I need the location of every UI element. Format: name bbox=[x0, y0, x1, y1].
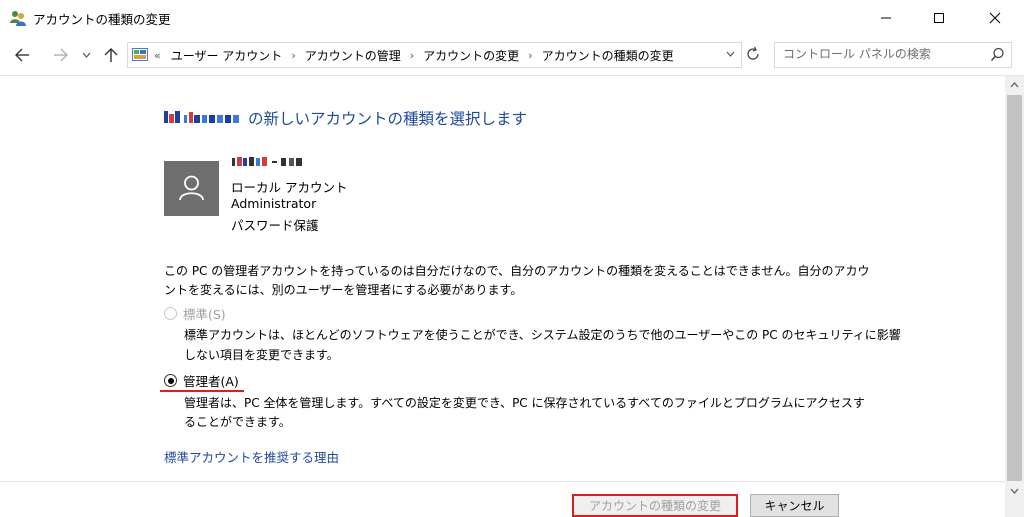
title-bar: アカウントの種類の変更 bbox=[0, 0, 1024, 36]
radio-selected-dot bbox=[167, 377, 174, 384]
back-button[interactable] bbox=[10, 44, 34, 66]
address-dropdown-button[interactable] bbox=[720, 42, 740, 66]
administrator-description-line1: 管理者は、PC 全体を管理します。すべての設定を変更でき、PC に保存されている… bbox=[184, 396, 865, 410]
close-button[interactable] bbox=[972, 0, 1018, 36]
administrator-radio[interactable] bbox=[164, 374, 177, 387]
cancel-button[interactable]: キャンセル bbox=[750, 494, 839, 517]
administrator-radio-label[interactable]: 管理者(A) bbox=[183, 371, 239, 390]
redacted-account-name bbox=[232, 157, 302, 166]
scroll-thumb[interactable] bbox=[1007, 95, 1022, 481]
close-icon bbox=[989, 12, 1001, 24]
breadcrumb-separator[interactable]: › bbox=[291, 49, 295, 62]
page-title: の新しいアカウントの種類を選択します bbox=[164, 106, 527, 129]
scroll-down-arrow-icon bbox=[1010, 488, 1019, 494]
breadcrumb-overflow[interactable]: « bbox=[154, 49, 161, 62]
breadcrumb-item[interactable]: アカウントの管理 bbox=[305, 47, 401, 64]
search-box[interactable] bbox=[774, 42, 1012, 68]
breadcrumb-item[interactable]: アカウントの変更 bbox=[423, 47, 519, 64]
standard-description-line1: 標準アカウントは、ほとんどのソフトウェアを使うことができ、システム設定のうちで他… bbox=[184, 328, 901, 342]
refresh-icon[interactable] bbox=[744, 45, 762, 63]
maximize-button[interactable] bbox=[916, 0, 962, 36]
scroll-up-arrow-icon bbox=[1010, 81, 1019, 87]
control-panel-icon bbox=[132, 48, 148, 61]
highlight-underline bbox=[160, 390, 244, 392]
warning-text-line2: ントを変えるには、別のユーザーを管理者にする必要があります。 bbox=[164, 283, 523, 297]
vertical-scrollbar[interactable] bbox=[1005, 76, 1024, 517]
breadcrumb-separator[interactable]: › bbox=[410, 49, 414, 62]
forward-arrow-icon bbox=[54, 48, 68, 62]
change-account-type-button[interactable]: アカウントの種類の変更 bbox=[572, 494, 738, 517]
warning-text-line1: この PC の管理者アカウントを持っているのは自分だけなので、自分のアカウントの… bbox=[164, 264, 870, 278]
up-button[interactable] bbox=[101, 44, 121, 66]
breadcrumb: « ユーザー アカウント › アカウントの管理 › アカウントの変更 › アカウ… bbox=[154, 43, 674, 67]
search-input[interactable] bbox=[775, 43, 983, 65]
account-password-status: パスワード保護 bbox=[231, 218, 319, 233]
standard-radio-label[interactable]: 標準(S) bbox=[183, 304, 226, 323]
navigation-bar: « ユーザー アカウント › アカウントの管理 › アカウントの変更 › アカウ… bbox=[0, 36, 1024, 76]
breadcrumb-separator[interactable]: › bbox=[528, 49, 532, 62]
back-arrow-icon bbox=[15, 48, 29, 62]
administrator-description-line2: ることができます。 bbox=[184, 415, 291, 429]
window-title: アカウントの種類の変更 bbox=[33, 12, 171, 27]
forward-button[interactable] bbox=[49, 44, 73, 66]
user-accounts-icon bbox=[10, 11, 26, 26]
up-arrow-icon bbox=[104, 48, 118, 62]
footer-divider bbox=[0, 481, 1005, 482]
breadcrumb-item[interactable]: アカウントの種類の変更 bbox=[542, 47, 674, 64]
redacted-user-name bbox=[164, 111, 239, 123]
account-type: ローカル アカウント bbox=[231, 180, 348, 195]
chevron-down-icon bbox=[82, 52, 90, 58]
scroll-up-button[interactable] bbox=[1005, 76, 1024, 93]
account-role: Administrator bbox=[231, 196, 317, 211]
recent-locations-button[interactable] bbox=[79, 44, 93, 66]
maximize-icon bbox=[934, 13, 944, 23]
breadcrumb-item[interactable]: ユーザー アカウント bbox=[171, 47, 283, 64]
scroll-down-button[interactable] bbox=[1005, 482, 1024, 499]
avatar bbox=[164, 161, 219, 216]
standard-radio[interactable] bbox=[164, 307, 177, 320]
search-icon[interactable] bbox=[990, 47, 1005, 62]
page-title-text: の新しいアカウントの種類を選択します bbox=[248, 110, 528, 128]
address-bar[interactable]: « ユーザー アカウント › アカウントの管理 › アカウントの変更 › アカウ… bbox=[127, 42, 742, 68]
why-standard-account-link[interactable]: 標準アカウントを推奨する理由 bbox=[164, 447, 339, 466]
chevron-down-icon bbox=[726, 51, 734, 57]
minimize-icon bbox=[881, 17, 891, 19]
minimize-button[interactable] bbox=[863, 0, 909, 36]
standard-description-line2: しない項目を変更できます。 bbox=[184, 348, 339, 362]
user-icon bbox=[179, 175, 204, 201]
